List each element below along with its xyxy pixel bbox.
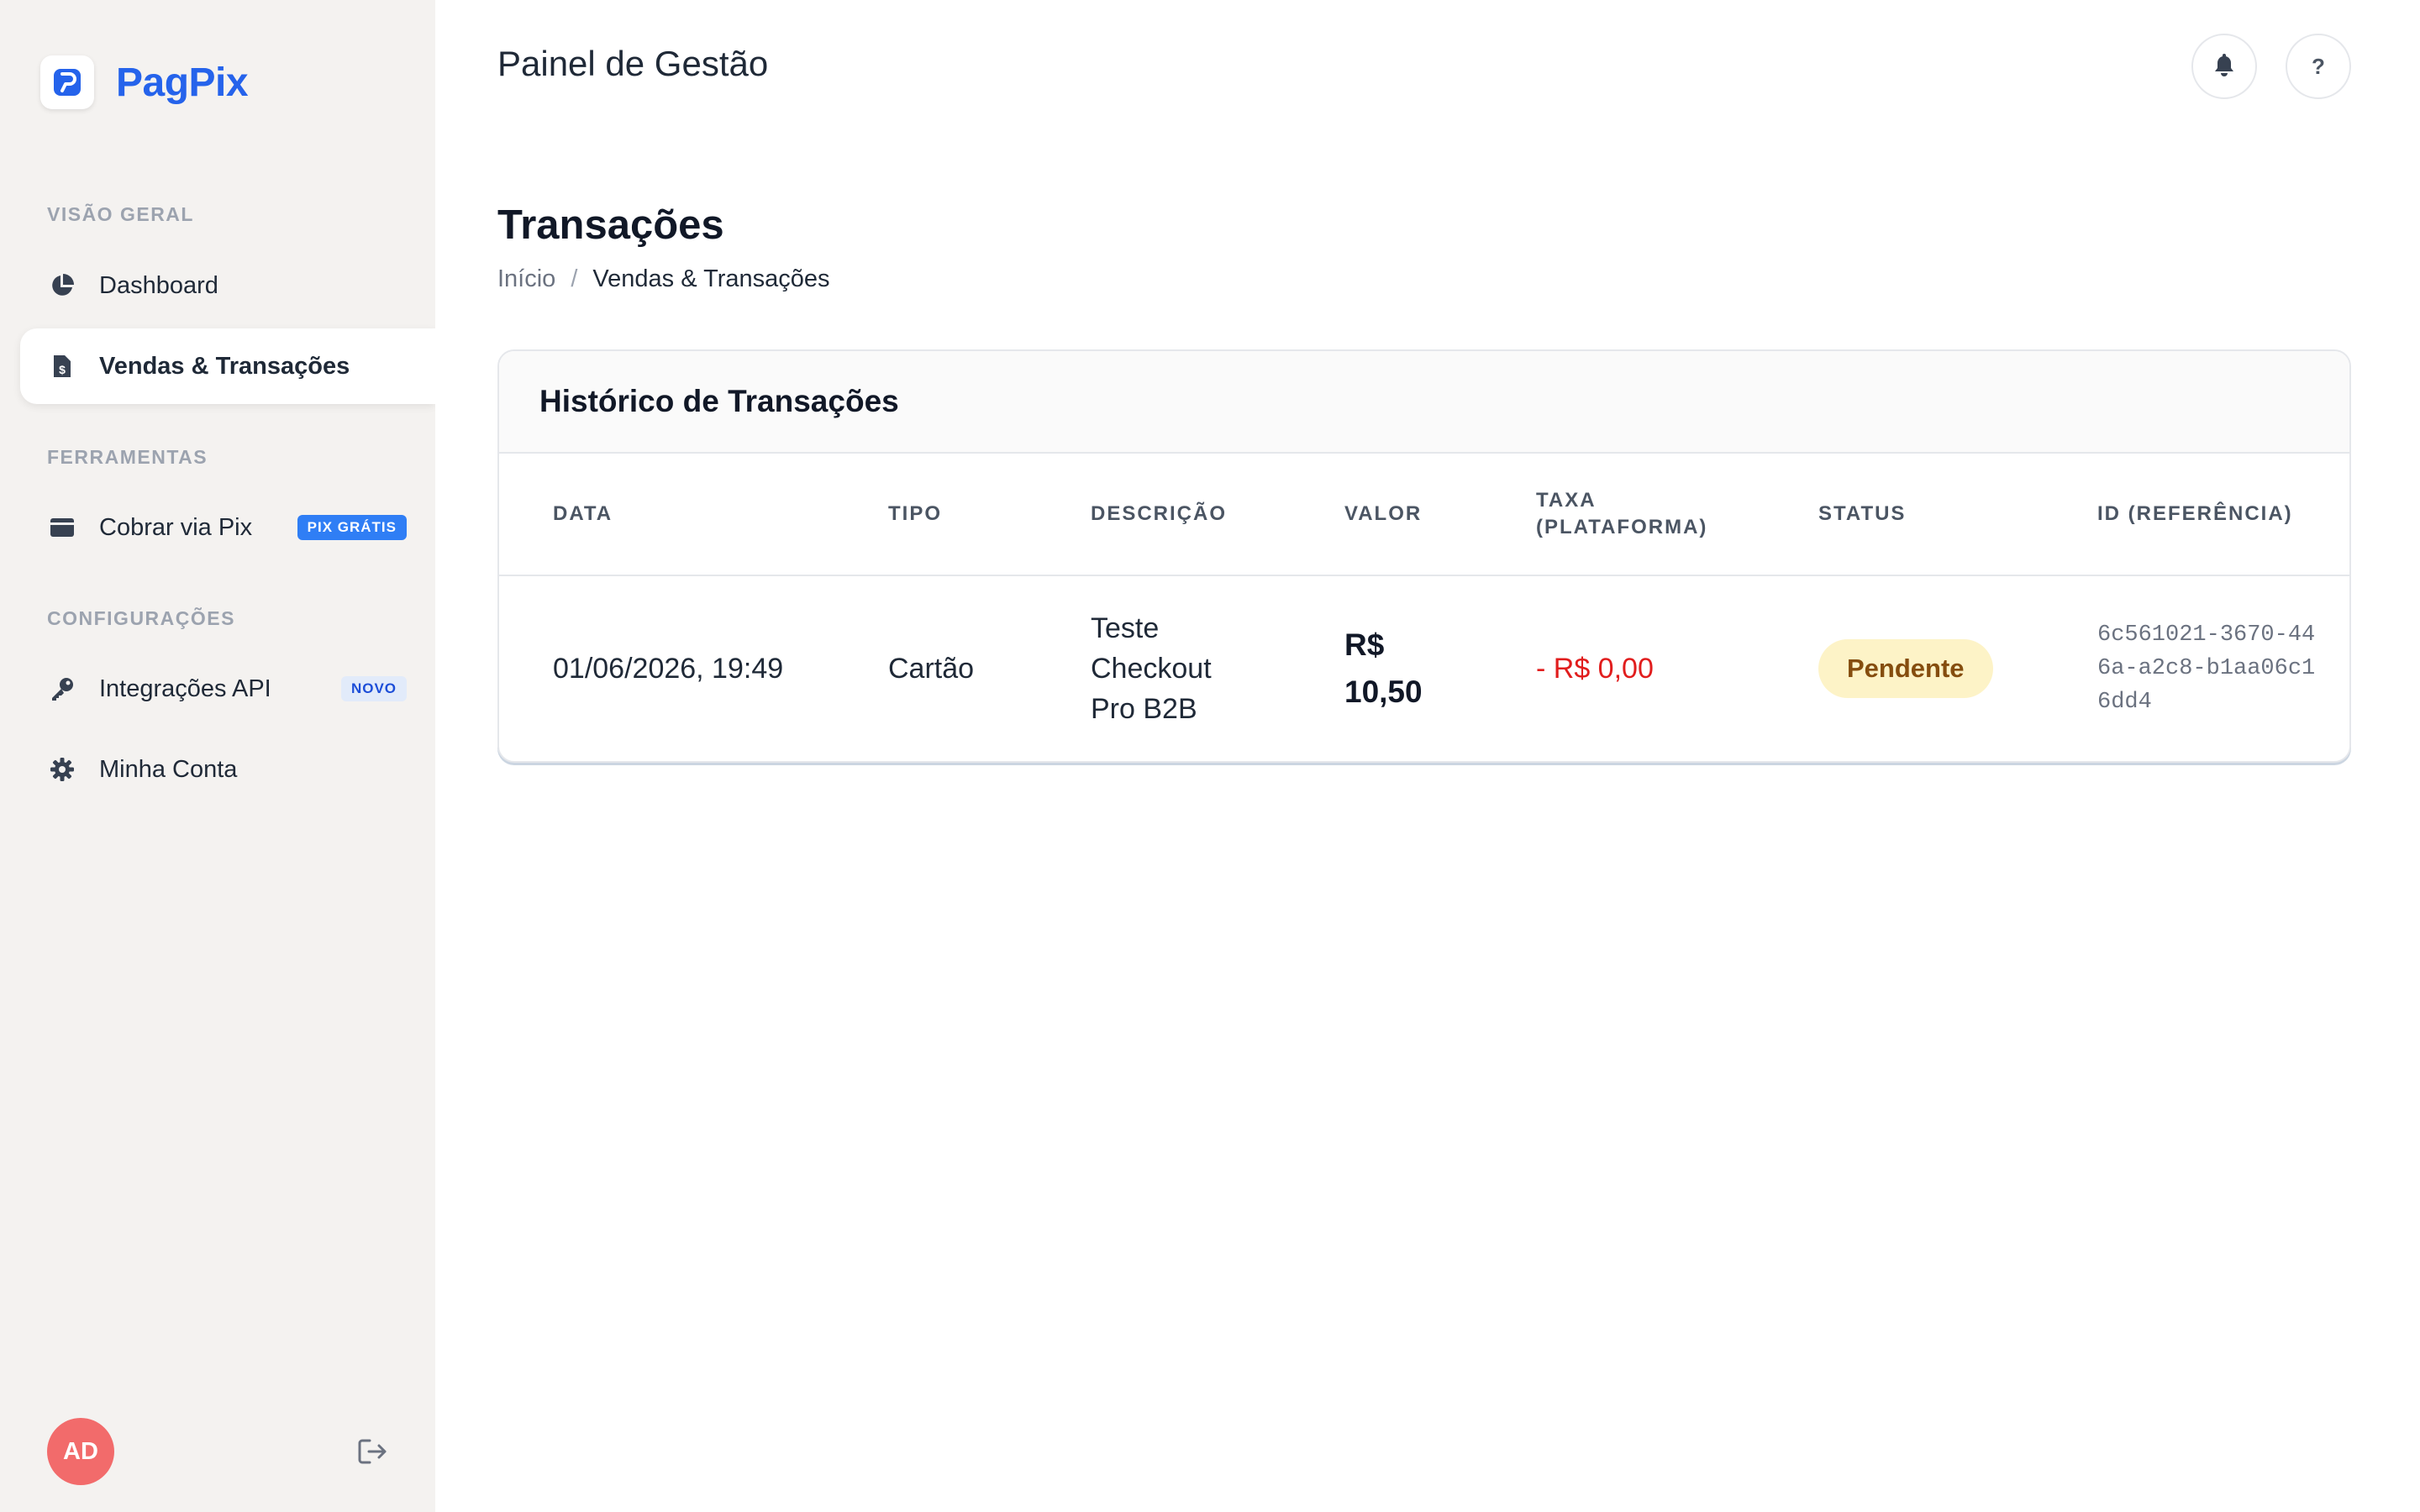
cell-value-wrap: R$ 10,50	[1344, 576, 1454, 761]
cell-type: Cartão	[888, 652, 975, 685]
cell-reference-id-wrap: 6c561021-3670-446a-a2c8-b1aa06c16dd4	[2097, 576, 2316, 761]
header-title: Painel de Gestão	[497, 44, 769, 83]
transactions-card: Histórico de Transações DATA TIPO DESCRI…	[497, 349, 2351, 763]
section-label-settings: CONFIGURAÇÕES	[47, 607, 235, 629]
sidebar-item-sales-transactions[interactable]: $ Vendas & Transações	[20, 328, 435, 404]
column-header-description: DESCRIÇÃO	[1091, 502, 1228, 525]
avatar[interactable]: AD	[47, 1418, 114, 1485]
receipt-icon: $	[49, 353, 76, 380]
brand[interactable]: PagPix	[40, 55, 249, 109]
bell-icon	[2212, 52, 2236, 81]
sidebar-item-api-integrations[interactable]: Integrações API NOVO	[20, 651, 435, 727]
new-badge: NOVO	[340, 676, 407, 701]
column-header-reference-id: ID (REFERÊNCIA)	[2097, 502, 2293, 525]
section-label-overview: VISÃO GERAL	[47, 203, 194, 225]
card-header: Histórico de Transações	[499, 351, 2349, 454]
table-row[interactable]: 01/06/2026, 19:49 Cartão Teste Checkout …	[499, 576, 2349, 761]
section-label-tools: FERRAMENTAS	[47, 446, 208, 468]
app: PagPix VISÃO GERAL Dashboard $ Vendas & …	[0, 0, 2420, 1512]
column-header-status: STATUS	[1818, 502, 1907, 525]
cell-status-wrap: Pendente	[1818, 576, 1993, 761]
sidebar-item-label: Dashboard	[99, 271, 218, 299]
pix-free-badge: PIX GRÁTIS	[297, 515, 407, 540]
gear-icon	[49, 756, 76, 783]
sidebar-item-label: Integrações API	[99, 675, 271, 702]
brand-name: PagPix	[116, 60, 249, 105]
column-header-date: DATA	[553, 502, 613, 525]
cell-date: 01/06/2026, 19:49	[553, 652, 784, 685]
svg-text:$: $	[59, 363, 66, 376]
key-icon	[49, 675, 76, 702]
sidebar-item-my-account[interactable]: Minha Conta	[20, 732, 435, 807]
cell-description-wrap: Teste Checkout Pro B2B	[1091, 576, 1259, 761]
sidebar-item-label: Minha Conta	[99, 755, 238, 783]
sidebar: PagPix VISÃO GERAL Dashboard $ Vendas & …	[0, 0, 435, 1512]
main-content: Painel de Gestão ? Transações Início / V…	[435, 0, 2420, 1512]
column-header-type: TIPO	[888, 502, 943, 525]
status-badge: Pendente	[1818, 639, 1993, 698]
page-title: Transações	[497, 202, 724, 248]
breadcrumb-home-link[interactable]: Início	[497, 265, 555, 293]
column-header-value: VALOR	[1344, 502, 1423, 525]
logout-icon[interactable]	[356, 1436, 390, 1467]
sidebar-item-dashboard[interactable]: Dashboard	[20, 248, 435, 323]
cell-description: Teste Checkout Pro B2B	[1091, 612, 1212, 725]
card-title: Histórico de Transações	[539, 384, 899, 418]
cell-fee: - R$ 0,00	[1536, 652, 1654, 685]
cell-value: R$ 10,50	[1344, 627, 1423, 709]
pagpix-logo-icon	[40, 55, 94, 109]
cell-reference-id: 6c561021-3670-446a-a2c8-b1aa06c16dd4	[2097, 622, 2316, 715]
breadcrumb: Início / Vendas & Transações	[497, 265, 830, 293]
pie-chart-icon	[49, 272, 76, 299]
notifications-button[interactable]	[2191, 34, 2257, 99]
breadcrumb-current: Vendas & Transações	[592, 265, 830, 292]
wallet-icon	[49, 514, 76, 541]
column-header-fee: TAXA (PLATAFORMA)	[1536, 489, 1708, 538]
sidebar-item-label: Vendas & Transações	[99, 352, 350, 380]
sidebar-item-label: Cobrar via Pix	[99, 513, 253, 541]
help-button[interactable]: ?	[2286, 34, 2351, 99]
breadcrumb-separator: /	[571, 265, 578, 292]
question-mark-icon: ?	[2312, 53, 2325, 79]
sidebar-item-pix-charge[interactable]: Cobrar via Pix PIX GRÁTIS	[20, 490, 435, 565]
table-header: DATA TIPO DESCRIÇÃO VALOR TAXA (PLATAFOR…	[499, 454, 2349, 576]
